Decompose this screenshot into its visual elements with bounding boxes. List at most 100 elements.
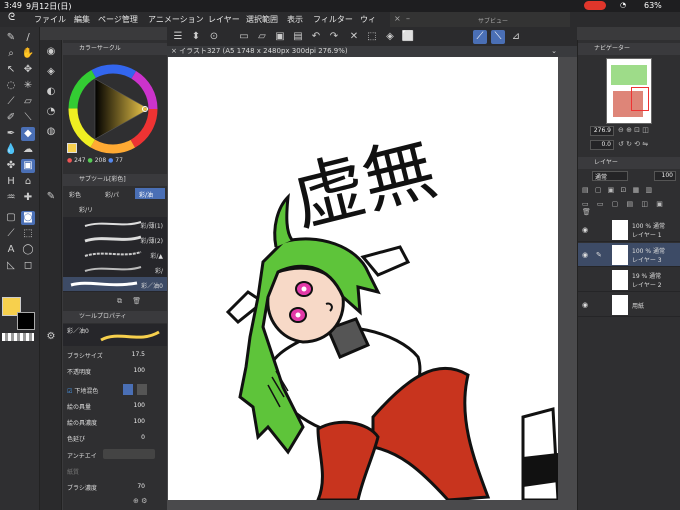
brush-item[interactable]: 彩/ (63, 262, 167, 276)
airbrush-icon[interactable]: ✒ (4, 127, 18, 141)
paint-brush-icon[interactable]: ◆ (21, 127, 35, 141)
brush-item[interactable]: 彩/▲ (63, 247, 167, 261)
speech-icon[interactable]: ◯ (21, 243, 35, 257)
minimize-icon[interactable]: – (406, 14, 410, 23)
prop-anti-alias[interactable]: アンチエイ (67, 449, 163, 463)
sub-color-swatch[interactable] (17, 312, 35, 330)
prop-brush-density[interactable]: ブラシ濃度 70 (67, 483, 163, 495)
layer-move-icon[interactable]: ⬍ (189, 30, 203, 44)
menu-layer[interactable]: レイヤー (208, 14, 240, 25)
menu-edit[interactable]: 編集 (74, 14, 90, 25)
eraser-icon[interactable]: ▱ (21, 95, 35, 109)
current-color-swatch[interactable] (67, 143, 77, 153)
color-set-icon[interactable]: ◈ (44, 65, 58, 79)
eye-icon[interactable]: ◉ (582, 251, 588, 259)
airbrush2-icon[interactable]: ☁ (21, 143, 35, 157)
intermediate-icon[interactable]: ◐ (44, 85, 58, 99)
fill-icon[interactable]: ▣ (21, 159, 35, 173)
history-icon[interactable]: ◔ (44, 105, 58, 119)
brush-item-selected[interactable]: 彩／油0 (63, 277, 167, 291)
eye-icon[interactable]: ◉ (582, 226, 588, 234)
tool-settings-icon[interactable]: ⊕ ⚙ (133, 497, 147, 505)
anti-alias-selector[interactable] (103, 449, 155, 459)
navigator-thumbnail[interactable] (606, 58, 652, 124)
gradient-icon[interactable]: H (4, 175, 18, 189)
prop-paper[interactable]: 紙質 (67, 467, 163, 479)
blend-icon[interactable]: 💧 (4, 143, 18, 157)
blend-mode-select[interactable]: 通常 (592, 171, 628, 181)
clear-icon[interactable]: ✕ (347, 30, 361, 44)
subtool-tab-1[interactable]: 彩色 (69, 190, 81, 199)
undo-icon[interactable]: ↶ (309, 30, 323, 44)
rotation-value[interactable]: 0.0 (590, 140, 614, 150)
document-tab[interactable]: × イラスト327 (A5 1748 x 2480px 300dpi 276.9… (167, 46, 577, 57)
eye-icon[interactable]: ◉ (582, 301, 588, 309)
layer-opacity[interactable]: 100 (654, 171, 676, 181)
prop-paint-density[interactable]: 絵の具濃度 100 (67, 418, 163, 430)
chevron-down-icon[interactable]: ⌄ (551, 46, 557, 57)
pen-icon[interactable]: ✎ (4, 31, 18, 45)
tool-icon[interactable]: ✎ (44, 190, 58, 204)
transparent-color[interactable] (2, 333, 34, 341)
save-icon[interactable]: ▣ (273, 30, 287, 44)
text-tool-icon[interactable]: ♒ (4, 191, 18, 205)
brush-item[interactable]: 彩/薄(1) (63, 217, 167, 231)
new-icon[interactable]: ▭ (237, 30, 251, 44)
menu-window[interactable]: ウィ (360, 14, 376, 25)
line-icon[interactable]: ◺ (4, 259, 18, 273)
layer-action-icons[interactable]: ▭ ▭ ▢ ▤ ◫ ▣ 🗑 (582, 200, 680, 216)
operation-icon[interactable]: ↖ (4, 63, 18, 77)
subtool-tab-2[interactable]: 彩/パ (105, 190, 119, 199)
layer-row[interactable]: ◉ 用紙 (578, 293, 680, 317)
layer-row-selected[interactable]: ◉ ✎ 100 % 通常 レイヤー 3 (578, 243, 680, 267)
figure-icon[interactable]: ⌂ (21, 175, 35, 189)
shape-icon[interactable]: ⬚ (21, 227, 35, 241)
frame-icon[interactable]: ▢ (4, 211, 18, 225)
property-icon[interactable]: ⚙ (44, 330, 58, 344)
menu-file[interactable]: ファイル (34, 14, 66, 25)
snap-ruler-icon[interactable]: ⟋ (473, 30, 487, 44)
copy-icon[interactable]: ⧉ (117, 297, 122, 305)
transform-icon[interactable]: ⬚ (365, 30, 379, 44)
chat-icon[interactable]: ◻ (21, 259, 35, 273)
checkbox-icon[interactable]: ☑ (67, 388, 72, 395)
prop-color-mixing[interactable]: ☑ 下地混色 (67, 384, 163, 398)
layer-lock-icons[interactable]: ▤ ▢ ▣ ⊡ ▦ ▥ (582, 186, 654, 194)
hamburger-icon[interactable]: ☰ (171, 30, 185, 44)
zoom-value[interactable]: 276.9 (590, 126, 614, 136)
app-logo-icon[interactable]: ᘓ (8, 12, 15, 23)
marker-icon[interactable]: ⟍ (21, 111, 35, 125)
prop-color-stretch[interactable]: 色延び 0 (67, 434, 163, 446)
color-history-icon[interactable]: ◍ (44, 125, 58, 139)
menu-selection[interactable]: 選択範囲 (246, 14, 278, 25)
menu-animation[interactable]: アニメーション (148, 14, 204, 25)
prop-opacity[interactable]: 不透明度 100 (67, 367, 163, 379)
prop-paint-amount[interactable]: 絵の具量 100 (67, 402, 163, 414)
trash-icon[interactable]: 🗑 (132, 297, 141, 305)
zoom-controls-icon[interactable]: ⊖ ⊕ ⊡ ◫ (618, 126, 649, 134)
fill-bucket-icon[interactable]: ◈ (383, 30, 397, 44)
mix-mode-2[interactable] (137, 384, 147, 395)
magic-wand-icon[interactable]: ✳ (21, 79, 35, 93)
layer-row[interactable]: ◉ 100 % 通常 レイヤー 1 (578, 218, 680, 242)
color-wheel[interactable] (63, 55, 167, 173)
menu-view[interactable]: 表示 (287, 14, 303, 25)
rotate-controls-icon[interactable]: ↺ ↻ ⟲ ⇋ (618, 140, 648, 148)
open-icon[interactable]: ▱ (255, 30, 269, 44)
subtool-tab-4[interactable]: 彩/リ (79, 205, 93, 214)
correct-line-icon[interactable]: ✚ (21, 191, 35, 205)
brush-item[interactable]: 彩/薄(2) (63, 232, 167, 246)
color-circle-icon[interactable]: ◉ (44, 45, 58, 59)
redo-icon[interactable]: ↷ (327, 30, 341, 44)
text-icon[interactable]: A (4, 243, 18, 257)
menu-filter[interactable]: フィルター (313, 14, 353, 25)
snap-special-icon[interactable]: ⟍ (491, 30, 505, 44)
eyedropper-icon[interactable]: ⟋ (4, 95, 18, 109)
prop-brush-size[interactable]: ブラシサイズ 17.5 (67, 351, 163, 363)
move-icon[interactable]: ✥ (21, 63, 35, 77)
lasso-icon[interactable]: ◌ (4, 79, 18, 93)
snap-grid-icon[interactable]: ⊿ (509, 30, 523, 44)
zoom-icon[interactable]: ⌕ (4, 47, 18, 61)
subtool-tab-3[interactable]: 彩/油 (135, 188, 165, 199)
layer-row[interactable]: 19 % 通常 レイヤー 2 (578, 268, 680, 292)
